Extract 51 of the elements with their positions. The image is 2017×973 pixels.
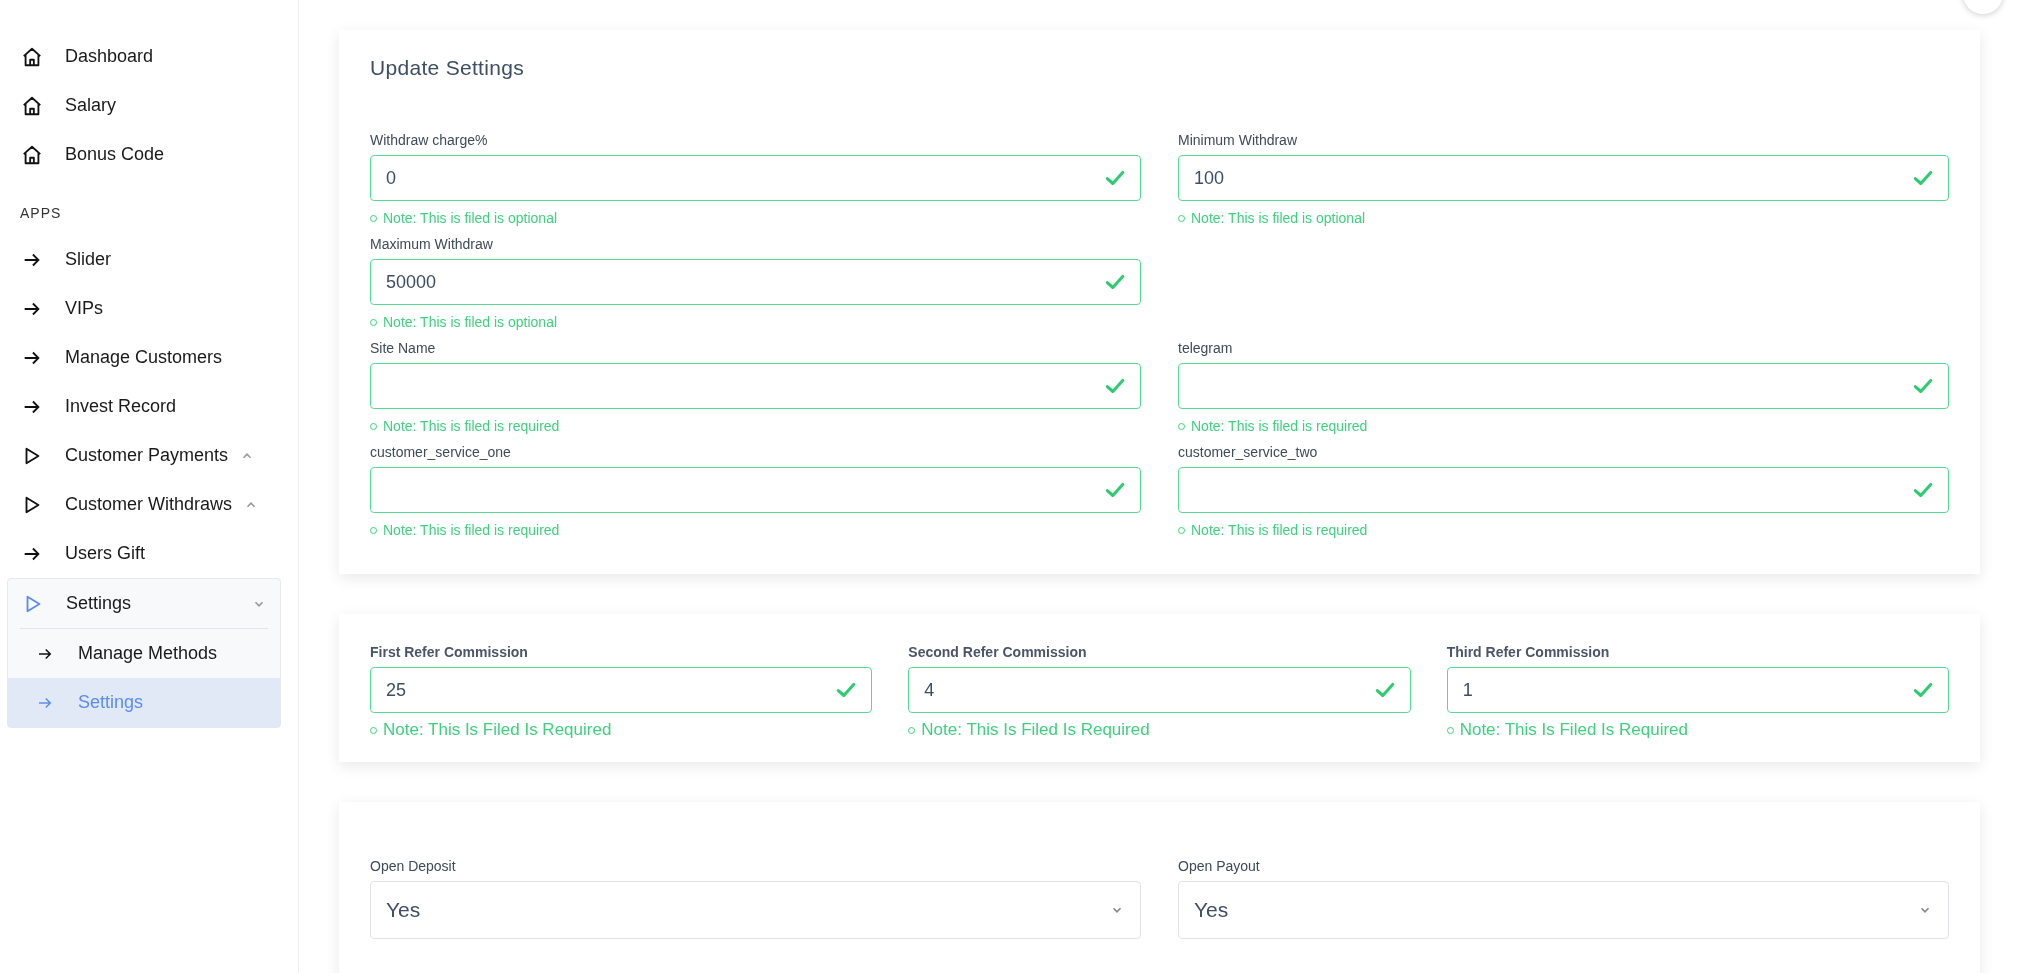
sidebar-item[interactable]: Salary	[7, 81, 281, 130]
input-field[interactable]	[370, 467, 1141, 513]
home-icon	[21, 94, 43, 117]
select-field[interactable]: Yes	[1178, 881, 1949, 939]
field-note: Note: This is filed is optional	[370, 314, 1141, 330]
submenu-item[interactable]: Manage Methods	[8, 629, 280, 678]
field-note: Note: This is filed is optional	[1178, 210, 1949, 226]
sidebar-item[interactable]: Invest Record	[7, 382, 281, 431]
field-label: Minimum Withdraw	[1178, 132, 1298, 148]
section-heading: APPS	[19, 204, 63, 223]
field-note: Note: This is filed is required	[370, 522, 1141, 538]
input-field[interactable]: 100	[1178, 155, 1949, 201]
sidebar-item[interactable]: Manage Customers	[7, 333, 281, 382]
field-label: First Refer Commission	[370, 644, 529, 660]
field-note: Note: This is filed is optional	[370, 210, 1141, 226]
field-note: Note: This Is Filed Is Required	[1446, 722, 1949, 738]
field-note: Note: This Is Filed Is Required	[370, 722, 873, 738]
input-field[interactable]: 50000	[370, 259, 1141, 305]
input-field[interactable]	[1178, 467, 1949, 513]
field-label: Second Refer Commission	[908, 644, 1088, 660]
field-label: Site Name	[370, 340, 437, 356]
field-label: Open Payout	[1178, 858, 1261, 874]
select-field[interactable]: Yes	[370, 881, 1141, 939]
field-label: customer_service_two	[1178, 444, 1319, 460]
sidebar-item[interactable]: Slider	[7, 235, 281, 284]
field-label: Open Deposit	[370, 858, 457, 874]
input-field[interactable]: 4	[908, 667, 1411, 713]
sidebar-item[interactable]: Customer Payments	[7, 431, 281, 480]
sidebar-item[interactable]: Bonus Code	[7, 130, 281, 179]
sidebar-item[interactable]: Customer Withdraws	[7, 480, 281, 529]
field-label: Withdraw charge%	[370, 132, 489, 148]
sidebar-item[interactable]: Dashboard	[7, 32, 281, 81]
field-label: Maximum Withdraw	[370, 236, 494, 252]
home-icon	[21, 143, 43, 166]
field-note: Note: This is filed is required	[1178, 522, 1949, 538]
field-note: Note: This is filed is required	[370, 418, 1141, 434]
input-field[interactable]: 1	[1446, 667, 1949, 713]
sidebar-item[interactable]: Settings	[8, 579, 280, 628]
field-label: telegram	[1178, 340, 1234, 356]
input-field[interactable]	[370, 363, 1141, 409]
sidebar-item[interactable]: Users Gift	[7, 529, 281, 578]
input-field[interactable]: 0	[370, 155, 1141, 201]
sidebar-item[interactable]: VIPs	[7, 284, 281, 333]
home-icon	[21, 45, 43, 68]
field-label: Third Refer Commission	[1446, 644, 1611, 660]
field-label: customer_service_one	[370, 444, 512, 460]
field-note: Note: This Is Filed Is Required	[908, 722, 1411, 738]
input-field[interactable]	[1178, 363, 1949, 409]
field-note: Note: This is filed is required	[1178, 418, 1949, 434]
card-title: Update Settings	[370, 56, 525, 80]
input-field[interactable]: 25	[370, 667, 873, 713]
